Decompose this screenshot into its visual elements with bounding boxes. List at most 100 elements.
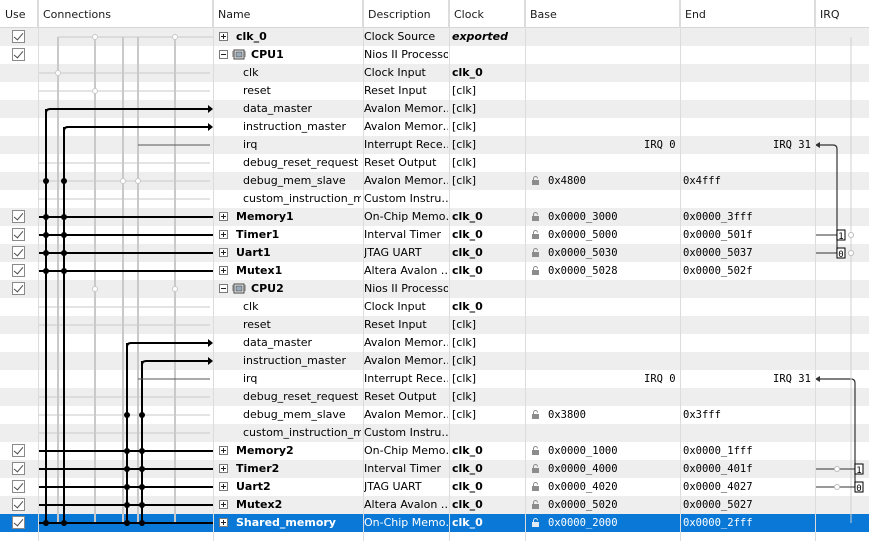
base-address[interactable] <box>548 280 638 298</box>
base-address[interactable] <box>548 154 638 172</box>
lock-icon[interactable] <box>531 266 540 275</box>
lock-icon[interactable] <box>531 212 540 221</box>
expand-icon[interactable] <box>219 518 228 527</box>
use-checkbox[interactable] <box>12 228 25 241</box>
header-connections[interactable]: Connections <box>38 0 213 28</box>
base-address[interactable]: 0x3800 <box>548 406 638 424</box>
lock-icon[interactable] <box>531 410 540 419</box>
clock-cell[interactable]: [clk] <box>452 154 524 172</box>
component-name[interactable]: instruction_master <box>243 118 361 136</box>
clock-cell[interactable]: [clk] <box>452 136 524 154</box>
component-name[interactable]: Timer1 <box>236 226 361 244</box>
component-name[interactable]: custom_instruction_m… <box>243 424 361 442</box>
clock-cell[interactable]: [clk] <box>452 406 524 424</box>
expand-icon[interactable] <box>219 32 228 41</box>
base-address[interactable] <box>548 298 638 316</box>
clock-cell[interactable]: clk_0 <box>452 244 524 262</box>
clock-cell[interactable] <box>452 190 524 208</box>
base-address[interactable]: 0x0000_5030 <box>548 244 638 262</box>
component-name[interactable]: Memory2 <box>236 442 361 460</box>
base-address[interactable] <box>548 370 638 388</box>
clock-cell[interactable]: clk_0 <box>452 262 524 280</box>
clock-cell[interactable]: [clk] <box>452 334 524 352</box>
header-name[interactable]: Name <box>213 0 363 28</box>
clock-cell[interactable]: clk_0 <box>452 298 524 316</box>
base-address[interactable] <box>548 352 638 370</box>
component-name[interactable]: debug_reset_request <box>243 154 361 172</box>
base-address[interactable] <box>548 64 638 82</box>
base-address[interactable] <box>548 388 638 406</box>
base-address[interactable]: 0x0000_5028 <box>548 262 638 280</box>
component-name[interactable]: data_master <box>243 334 361 352</box>
base-address[interactable] <box>548 136 638 154</box>
clock-cell[interactable]: clk_0 <box>452 514 524 532</box>
clock-cell[interactable]: [clk] <box>452 388 524 406</box>
base-address[interactable]: 0x0000_3000 <box>548 208 638 226</box>
component-name[interactable]: Mutex2 <box>236 496 361 514</box>
header-use[interactable]: Use <box>0 0 38 28</box>
use-checkbox[interactable] <box>12 282 25 295</box>
component-name[interactable]: instruction_master <box>243 352 361 370</box>
base-address[interactable] <box>548 316 638 334</box>
base-address[interactable] <box>548 82 638 100</box>
expand-icon[interactable] <box>219 482 228 491</box>
header-description[interactable]: Description <box>363 0 449 28</box>
component-name[interactable]: Mutex1 <box>236 262 361 280</box>
clock-cell[interactable]: clk_0 <box>452 208 524 226</box>
use-checkbox[interactable] <box>12 48 25 61</box>
use-checkbox[interactable] <box>12 444 25 457</box>
clock-cell[interactable] <box>452 280 524 298</box>
component-name[interactable]: clk <box>243 298 361 316</box>
base-address[interactable] <box>548 190 638 208</box>
base-address[interactable] <box>548 100 638 118</box>
use-checkbox[interactable] <box>12 480 25 493</box>
expand-icon[interactable] <box>219 446 228 455</box>
clock-cell[interactable]: [clk] <box>452 352 524 370</box>
lock-icon[interactable] <box>531 464 540 473</box>
header-end[interactable]: End <box>680 0 815 28</box>
use-checkbox[interactable] <box>12 516 25 529</box>
header-clock[interactable]: Clock <box>449 0 525 28</box>
component-name[interactable]: Memory1 <box>236 208 361 226</box>
connections-graph[interactable] <box>38 28 213 541</box>
header-base[interactable]: Base <box>525 0 680 28</box>
lock-icon[interactable] <box>531 482 540 491</box>
base-address[interactable] <box>548 46 638 64</box>
base-address[interactable]: 0x0000_4000 <box>548 460 638 478</box>
component-name[interactable]: Uart1 <box>236 244 361 262</box>
expand-icon[interactable] <box>219 248 228 257</box>
collapse-icon[interactable] <box>219 50 228 59</box>
component-name[interactable]: CPU1 <box>251 46 361 64</box>
clock-cell[interactable]: clk_0 <box>452 64 524 82</box>
component-name[interactable]: debug_mem_slave <box>243 406 361 424</box>
base-address[interactable]: 0x0000_1000 <box>548 442 638 460</box>
use-checkbox[interactable] <box>12 210 25 223</box>
base-address[interactable] <box>548 118 638 136</box>
clock-cell[interactable]: clk_0 <box>452 460 524 478</box>
component-name[interactable]: custom_instruction_m… <box>243 190 361 208</box>
clock-cell[interactable]: clk_0 <box>452 478 524 496</box>
clock-cell[interactable]: clk_0 <box>452 496 524 514</box>
lock-icon[interactable] <box>531 176 540 185</box>
base-address[interactable]: 0x4800 <box>548 172 638 190</box>
component-name[interactable]: Shared_memory <box>236 514 361 532</box>
base-address[interactable]: 0x0000_5000 <box>548 226 638 244</box>
clock-cell[interactable] <box>452 46 524 64</box>
component-name[interactable]: Uart2 <box>236 478 361 496</box>
component-name[interactable]: debug_mem_slave <box>243 172 361 190</box>
expand-icon[interactable] <box>219 464 228 473</box>
component-name[interactable]: clk <box>243 64 361 82</box>
clock-cell[interactable] <box>452 424 524 442</box>
irq-graph[interactable]: 1 0 1 0 <box>815 28 869 541</box>
clock-cell[interactable]: [clk] <box>452 82 524 100</box>
expand-icon[interactable] <box>219 500 228 509</box>
lock-icon[interactable] <box>531 248 540 257</box>
base-address[interactable]: 0x0000_2000 <box>548 514 638 532</box>
clock-cell[interactable]: clk_0 <box>452 442 524 460</box>
component-name[interactable]: irq <box>243 136 361 154</box>
expand-icon[interactable] <box>219 266 228 275</box>
base-address[interactable] <box>548 424 638 442</box>
use-checkbox[interactable] <box>12 246 25 259</box>
clock-cell[interactable]: [clk] <box>452 370 524 388</box>
lock-icon[interactable] <box>531 446 540 455</box>
